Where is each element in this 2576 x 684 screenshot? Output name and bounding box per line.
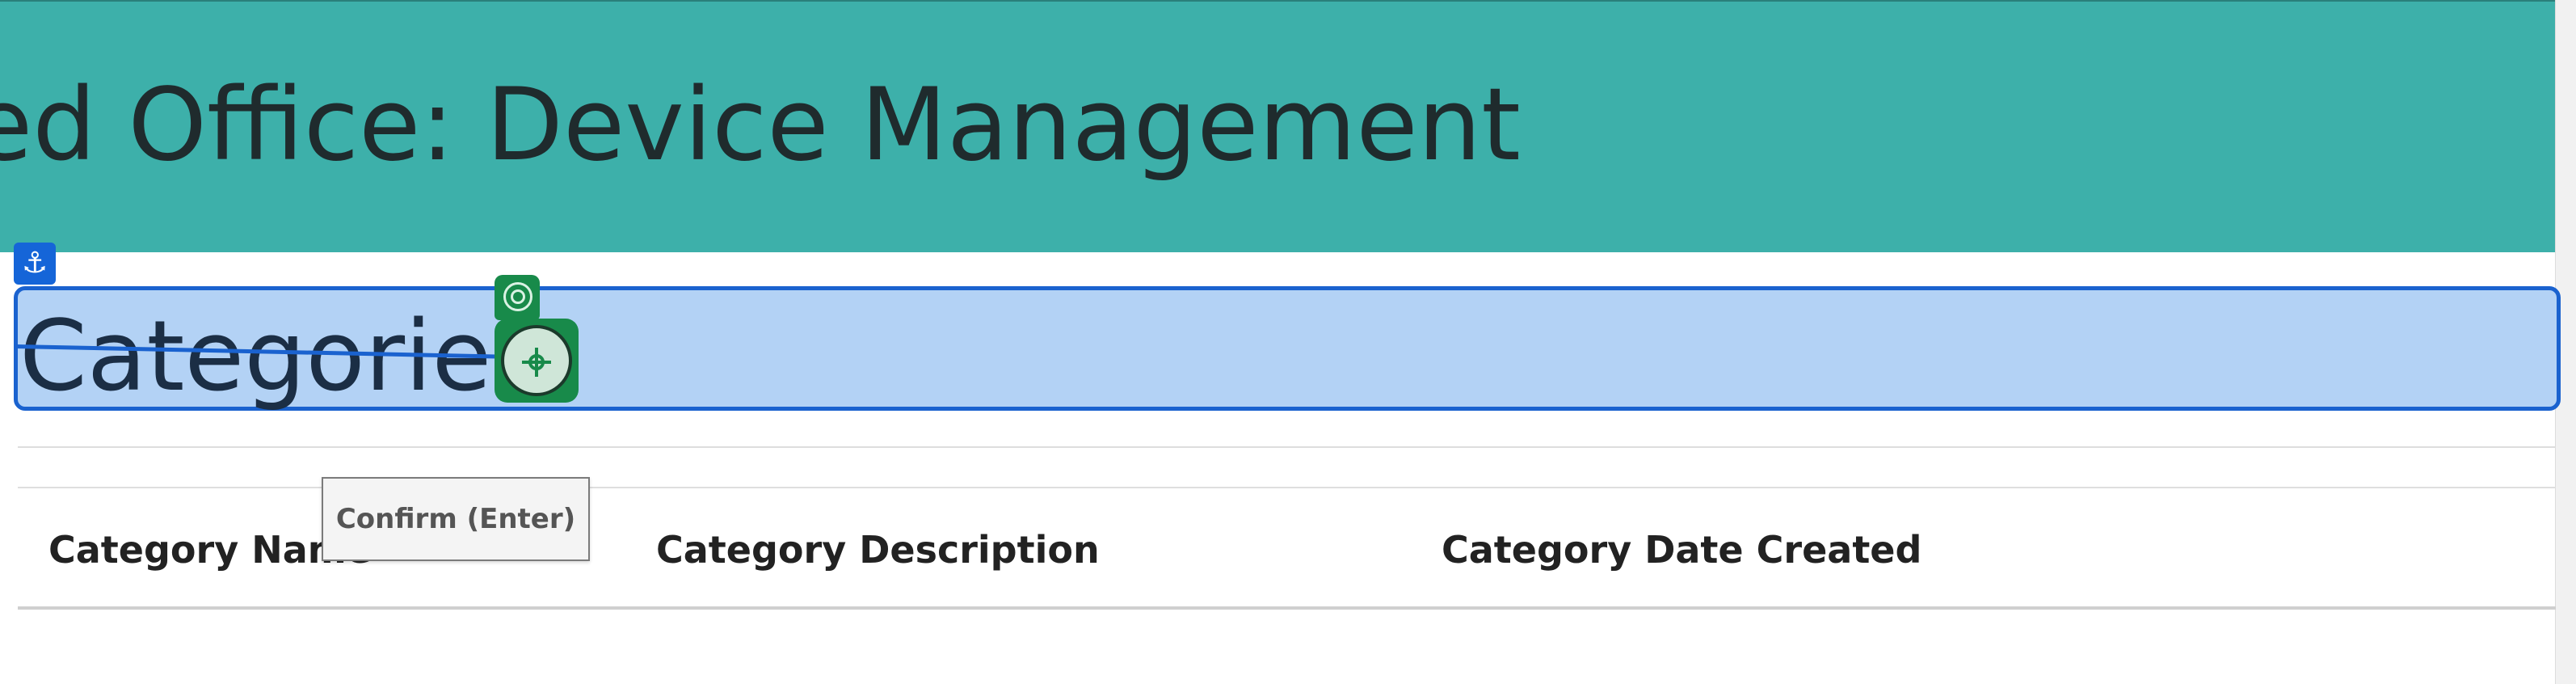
page-header: ed Office: Device Management: [0, 0, 2556, 252]
column-header-date-created[interactable]: Category Date Created: [1442, 526, 1921, 574]
target-ring-icon[interactable]: [495, 275, 540, 320]
anchor-icon[interactable]: ⚓: [14, 243, 56, 285]
column-header-description[interactable]: Category Description: [656, 526, 1100, 574]
page-header-title: ed Office: Device Management: [0, 67, 1521, 184]
crosshair-target-icon[interactable]: [495, 319, 579, 403]
confirm-tooltip[interactable]: Confirm (Enter): [322, 477, 590, 561]
divider: [18, 446, 2556, 448]
